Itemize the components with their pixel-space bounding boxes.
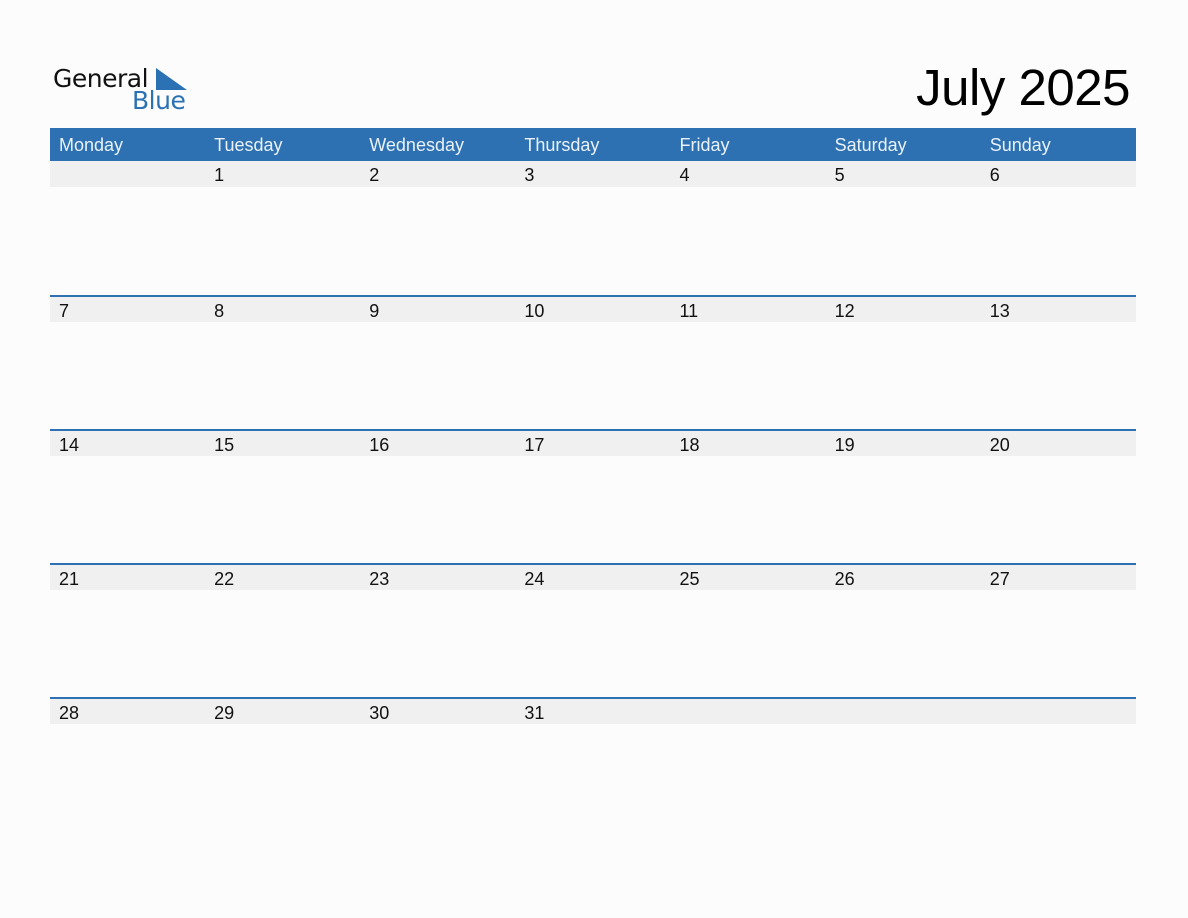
day-number: 1: [214, 165, 225, 185]
day-number: 22: [214, 569, 235, 589]
weekday-header: Thursday: [524, 135, 600, 155]
day-number: 15: [214, 435, 235, 455]
day-number: 20: [989, 435, 1010, 455]
day-number: 13: [989, 301, 1010, 321]
weekday-header: Monday: [59, 135, 124, 155]
day-number: 28: [59, 703, 80, 723]
day-number: 7: [59, 301, 70, 321]
date-bar: 28 29 30 31: [50, 699, 1136, 724]
day-number: 4: [679, 165, 690, 185]
day-number: 5: [834, 165, 845, 185]
logo-text-blue: Blue: [132, 86, 186, 115]
day-number: 16: [369, 435, 390, 455]
day-number: 23: [369, 569, 390, 589]
weekday-header: Sunday: [989, 135, 1051, 155]
day-number: 18: [679, 435, 700, 455]
day-number: 31: [524, 703, 545, 723]
week-row: 28 29 30 31: [50, 697, 1136, 831]
day-number: 2: [369, 165, 380, 185]
day-number: 29: [214, 703, 235, 723]
day-number: 9: [369, 301, 380, 321]
day-number: 12: [834, 301, 855, 321]
date-bar: 1 2 3 4 5 6: [50, 161, 1136, 187]
day-number: 6: [989, 165, 1000, 185]
weekday-header: Friday: [679, 135, 730, 155]
week-row: 7 8 9 10 11 12 13: [50, 295, 1136, 429]
weekday-header: Tuesday: [214, 135, 283, 155]
weekday-header: Wednesday: [369, 135, 464, 155]
day-number: 25: [679, 569, 700, 589]
day-number: [671, 699, 826, 724]
day-number: 26: [834, 569, 855, 589]
day-number: 8: [214, 301, 225, 321]
date-bar: 21 22 23 24 25 26 27: [50, 565, 1136, 590]
date-bar: 7 8 9 10 11 12 13: [50, 297, 1136, 322]
day-number: 11: [679, 301, 699, 321]
calendar-grid: Monday Tuesday Wednesday Thursday Friday…: [50, 128, 1136, 831]
day-number: 21: [59, 569, 80, 589]
day-number: 19: [834, 435, 855, 455]
day-number: 3: [524, 165, 535, 185]
generalblue-logo: General Blue: [53, 62, 193, 118]
day-number: 30: [369, 703, 390, 723]
day-number: [826, 699, 981, 724]
date-bar: 14 15 16 17 18 19 20: [50, 431, 1136, 456]
day-number: 24: [524, 569, 545, 589]
weekday-header: Saturday: [834, 135, 907, 155]
week-row: 14 15 16 17 18 19 20: [50, 429, 1136, 563]
weekday-header-row: Monday Tuesday Wednesday Thursday Friday…: [50, 128, 1136, 161]
day-number: 10: [524, 301, 545, 321]
calendar-title: July 2025: [916, 59, 1130, 116]
day-number: [981, 699, 1136, 724]
day-number: [50, 161, 205, 187]
day-number: 14: [59, 435, 80, 455]
day-number: 27: [989, 569, 1010, 589]
week-row: 1 2 3 4 5 6: [50, 161, 1136, 295]
week-row: 21 22 23 24 25 26 27: [50, 563, 1136, 697]
day-number: 17: [524, 435, 545, 455]
